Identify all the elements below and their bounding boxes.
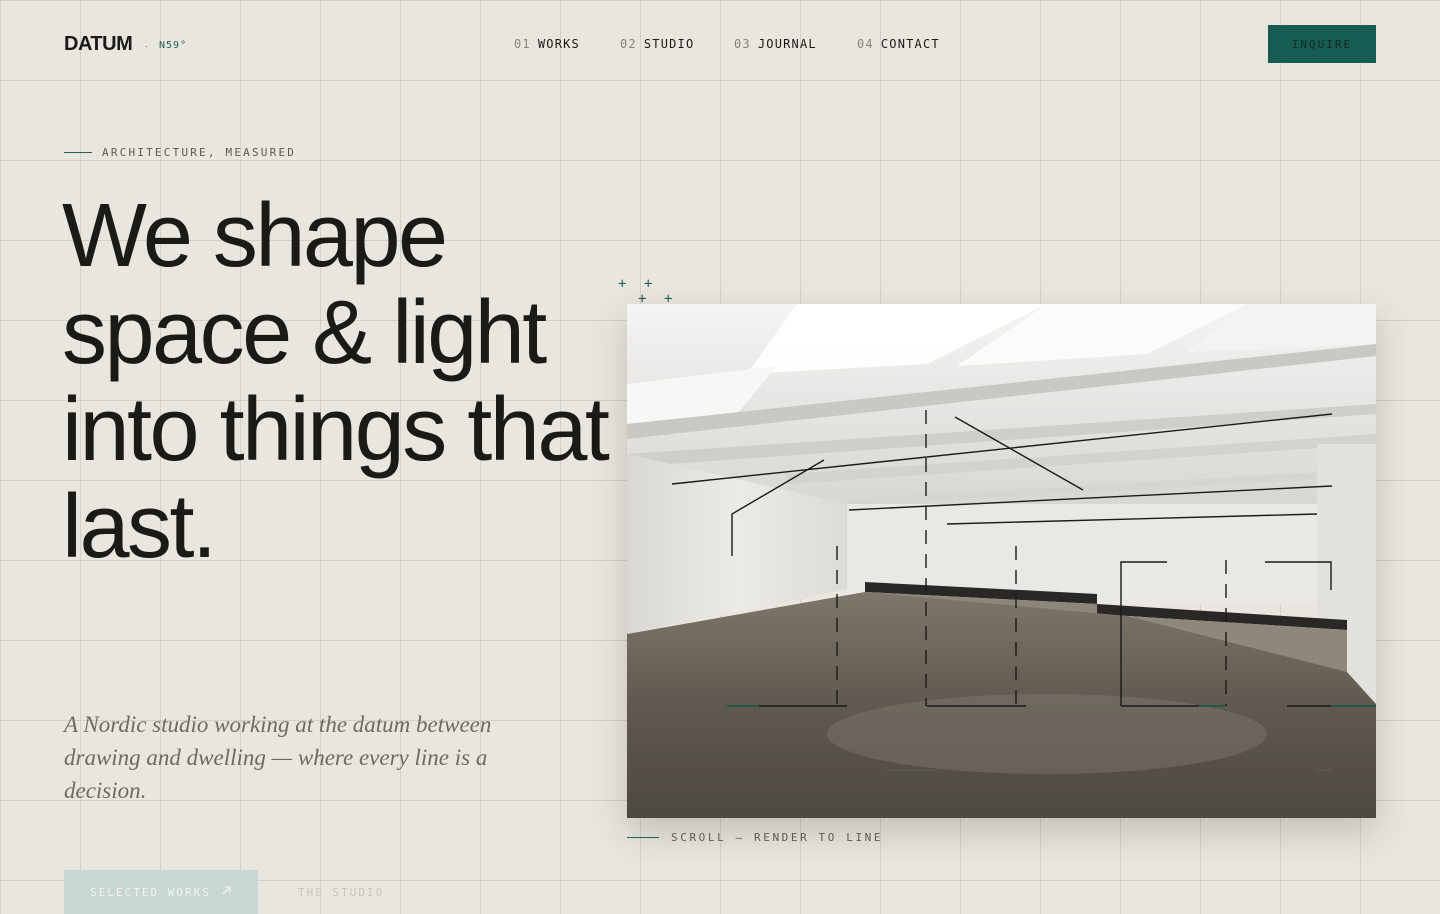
the-studio-link[interactable]: THE STUDIO (298, 886, 384, 899)
hero-headline: We shape space & light into things that … (62, 186, 610, 577)
nav-item-studio[interactable]: 02 STUDIO (620, 37, 694, 51)
arrow-up-right-icon (221, 885, 232, 899)
nav-item-works[interactable]: 01 WORKS (514, 37, 580, 51)
nav-item-journal[interactable]: 03 JOURNAL (734, 37, 817, 51)
logo-coordinate: N59° (159, 40, 188, 51)
scroll-cue: SCROLL — RENDER TO LINE (671, 831, 884, 844)
scroll-rule (627, 837, 659, 838)
crosshair-icon: + (644, 276, 653, 292)
eyebrow-rule (64, 152, 92, 153)
hero-image (627, 304, 1376, 818)
selected-works-label: SELECTED WORKS (90, 885, 211, 899)
nav-item-number: 03 (734, 37, 751, 51)
nav-item-number: 04 (857, 37, 874, 51)
selected-works-button[interactable]: SELECTED WORKS (64, 870, 258, 914)
inquire-button[interactable]: INQUIRE (1268, 25, 1376, 63)
hero-lede: A Nordic studio working at the datum bet… (64, 712, 492, 803)
nav-item-number: 01 (514, 37, 531, 51)
nav-item-label: STUDIO (643, 37, 695, 51)
logo-separator: · (145, 41, 148, 51)
nav-item-label: CONTACT (880, 37, 940, 51)
nav-item-label: JOURNAL (757, 37, 817, 51)
crosshair-icon: + (618, 276, 627, 292)
nav-item-number: 02 (620, 37, 637, 51)
nav-item-label: WORKS (537, 37, 580, 51)
logo[interactable]: DATUM (64, 33, 133, 56)
nav-item-contact[interactable]: 04 CONTACT (857, 37, 940, 51)
eyebrow-label: ARCHITECTURE, MEASURED (102, 146, 297, 159)
